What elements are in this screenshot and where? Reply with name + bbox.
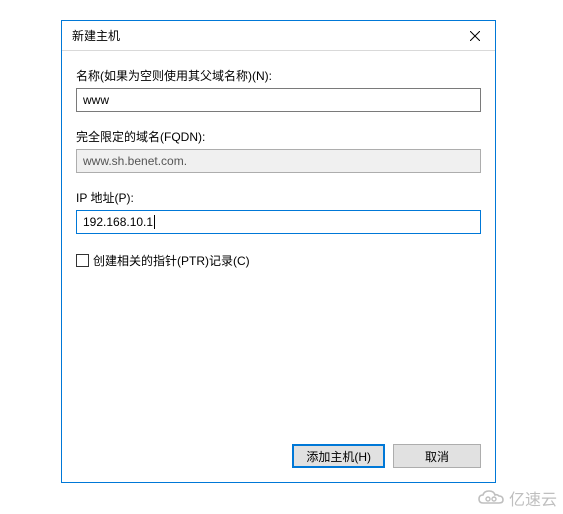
fqdn-label: 完全限定的域名(FQDN): [76, 128, 481, 145]
new-host-dialog: 新建主机 名称(如果为空则使用其父域名称)(N): 完全限定的域名(FQDN):… [61, 20, 496, 483]
close-button[interactable] [455, 21, 495, 51]
button-row: 添加主机(H) 取消 [76, 432, 481, 482]
ip-label: IP 地址(P): [76, 189, 481, 206]
fqdn-field-group: 完全限定的域名(FQDN): [76, 128, 481, 173]
ip-input-value: 192.168.10.1 [83, 215, 153, 229]
name-field-group: 名称(如果为空则使用其父域名称)(N): [76, 67, 481, 112]
ptr-checkbox-label[interactable]: 创建相关的指针(PTR)记录(C) [93, 252, 250, 269]
ptr-checkbox-row: 创建相关的指针(PTR)记录(C) [76, 252, 481, 269]
cancel-button[interactable]: 取消 [393, 444, 481, 468]
name-input[interactable] [76, 88, 481, 112]
text-caret [154, 215, 155, 229]
ptr-checkbox[interactable] [76, 254, 89, 267]
add-host-button[interactable]: 添加主机(H) [292, 444, 385, 468]
dialog-title: 新建主机 [72, 27, 120, 44]
dialog-body: 名称(如果为空则使用其父域名称)(N): 完全限定的域名(FQDN): IP 地… [62, 51, 495, 482]
cloud-icon [477, 489, 505, 507]
name-label: 名称(如果为空则使用其父域名称)(N): [76, 67, 481, 84]
ip-field-group: IP 地址(P): 192.168.10.1 [76, 189, 481, 234]
fqdn-input [76, 149, 481, 173]
watermark-text: 亿速云 [509, 486, 557, 510]
ip-input[interactable]: 192.168.10.1 [76, 210, 481, 234]
close-icon [470, 31, 480, 41]
watermark: 亿速云 [477, 486, 557, 510]
titlebar: 新建主机 [62, 21, 495, 51]
